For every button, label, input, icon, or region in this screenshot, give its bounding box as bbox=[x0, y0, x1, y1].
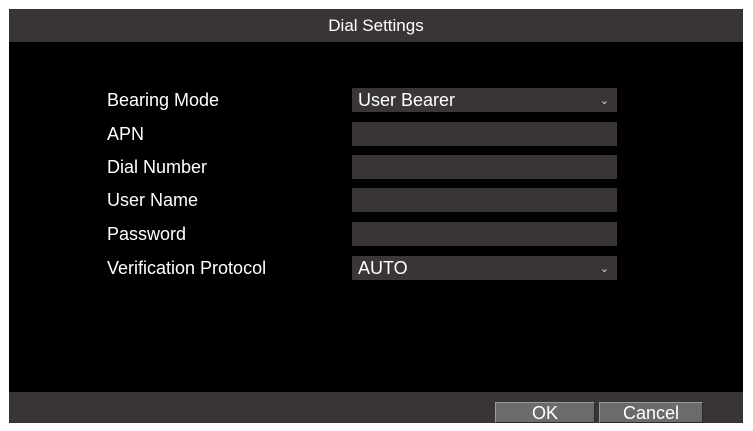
user-name-label: User Name bbox=[107, 190, 199, 210]
bearing-mode-label: Bearing Mode bbox=[107, 90, 220, 110]
user-name-input[interactable] bbox=[352, 188, 617, 212]
chevron-down-icon: ⌄ bbox=[599, 95, 609, 107]
verification-protocol-label: Verification Protocol bbox=[107, 258, 267, 278]
password-input[interactable] bbox=[352, 222, 617, 246]
dial-settings-dialog: Dial Settings Bearing Mode User Bearer ⌄… bbox=[9, 9, 743, 423]
verification-protocol-select[interactable]: AUTO ⌄ bbox=[352, 256, 617, 280]
password-label: Password bbox=[107, 224, 187, 244]
verification-protocol-value: AUTO bbox=[358, 258, 408, 278]
ok-button[interactable]: OK bbox=[495, 402, 595, 423]
bearing-mode-value: User Bearer bbox=[358, 90, 456, 110]
dialog-title: Dial Settings bbox=[9, 9, 743, 42]
cancel-button[interactable]: Cancel bbox=[599, 402, 703, 423]
dial-number-input[interactable] bbox=[352, 155, 617, 179]
chevron-down-icon: ⌄ bbox=[599, 263, 609, 275]
apn-label: APN bbox=[107, 124, 145, 144]
button-bar: OK Cancel bbox=[9, 392, 743, 423]
bearing-mode-select[interactable]: User Bearer ⌄ bbox=[352, 88, 617, 112]
apn-input[interactable] bbox=[352, 122, 617, 146]
dial-number-label: Dial Number bbox=[107, 157, 208, 177]
